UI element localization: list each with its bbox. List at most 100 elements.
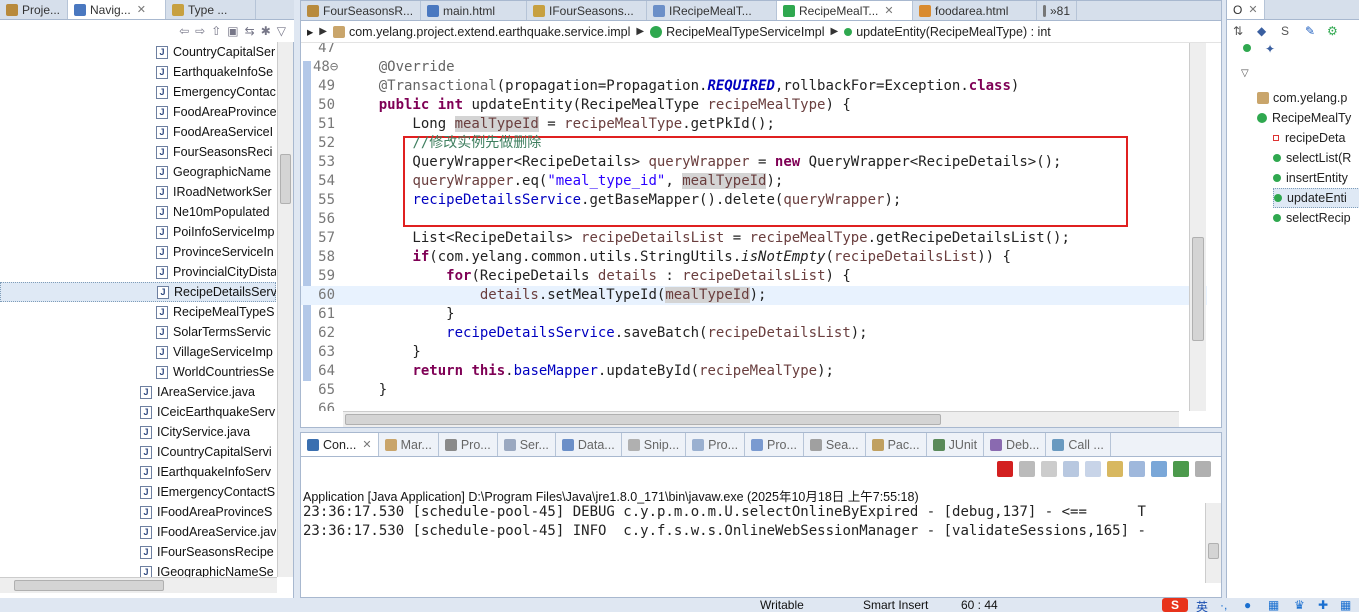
tree-item[interactable]: J ProvincialCityDista — [0, 262, 276, 282]
editor-hscroll-thumb[interactable] — [345, 414, 941, 425]
outline-item[interactable]: updateEnti — [1273, 188, 1359, 208]
collapse-all-icon[interactable]: ▣ — [227, 24, 238, 38]
close-icon[interactable]: ✕ — [362, 438, 371, 451]
link-editor-icon[interactable]: ✦ — [1265, 42, 1275, 56]
tree-item[interactable]: J IEarthquakeInfoServ — [0, 462, 276, 482]
remove-launch-icon[interactable] — [1019, 461, 1035, 477]
editor-tab-5[interactable]: foodarea.html — [913, 1, 1037, 20]
code-line[interactable]: 59 for(RecipeDetails details : recipeDet… — [301, 267, 1207, 286]
outline-item[interactable]: recipeDeta — [1273, 128, 1359, 148]
code-line[interactable]: 57 List<RecipeDetails> recipeDetailsList… — [301, 229, 1207, 248]
console-tab-1[interactable]: Mar... — [379, 433, 439, 456]
skin-icon[interactable]: ♛ — [1294, 598, 1305, 612]
tree-item[interactable]: J IEmergencyContactS — [0, 482, 276, 502]
outline-item[interactable]: RecipeMealTy — [1257, 108, 1359, 128]
code-line[interactable]: 51 Long mealTypeId = recipeMealType.getP… — [301, 115, 1207, 134]
hide-nonpublic-icon[interactable]: ✎ — [1305, 24, 1315, 38]
outline-item[interactable]: selectList(R — [1273, 148, 1359, 168]
pin-console-icon[interactable] — [1151, 461, 1167, 477]
hide-static-icon[interactable]: S — [1281, 24, 1289, 38]
tree-item[interactable]: J FoodAreaServiceI — [0, 122, 276, 142]
show-on-output-icon[interactable] — [1129, 461, 1145, 477]
code-line[interactable]: 60 details.setMealTypeId(mealTypeId); — [301, 286, 1207, 305]
code-line[interactable]: 66 — [301, 400, 1207, 411]
navigator-vscroll-thumb[interactable] — [280, 154, 291, 204]
editor-tab-6[interactable]: »81 — [1037, 1, 1077, 20]
ime-language[interactable]: 英 — [1196, 598, 1208, 612]
console-tab-7[interactable]: Pro... — [745, 433, 804, 456]
tree-item[interactable]: J VillageServiceImp — [0, 342, 276, 362]
code-line[interactable]: 53 QueryWrapper<RecipeDetails> queryWrap… — [301, 153, 1207, 172]
mic-icon[interactable]: ● — [1244, 598, 1251, 612]
code-area[interactable]: 47 48⊖ @Override 49 @Transactional(propaga… — [301, 43, 1207, 411]
remove-all-icon[interactable] — [1041, 461, 1057, 477]
outline-item[interactable]: com.yelang.p — [1257, 88, 1359, 108]
console-tab-6[interactable]: Pro... — [686, 433, 746, 456]
filter-icon[interactable]: ✱ — [261, 24, 271, 38]
tree-item[interactable]: J RecipeMealTypeS — [0, 302, 276, 322]
left_panel-tab-0[interactable]: Proje... — [0, 0, 68, 19]
ime-logo-icon[interactable]: S — [1162, 598, 1188, 612]
console-vscroll[interactable] — [1205, 503, 1221, 583]
tree-item[interactable]: J SolarTermsServic — [0, 322, 276, 342]
tree-item[interactable]: J ProvinceServiceIn — [0, 242, 276, 262]
editor-hscroll[interactable] — [343, 411, 1179, 427]
editor-vscroll[interactable] — [1189, 43, 1206, 411]
tree-item[interactable]: J WorldCountriesSe — [0, 362, 276, 382]
sort-icon[interactable]: ⇅ — [1233, 24, 1243, 38]
breadcrumb-package[interactable]: com.yelang.project.extend.earthquake.ser… — [349, 25, 630, 39]
view-menu-icon[interactable]: ▽ — [277, 24, 286, 38]
scroll-lock-icon[interactable] — [1085, 461, 1101, 477]
tree-item[interactable]: J CountryCapitalSer — [0, 42, 276, 62]
tree-item[interactable]: J EarthquakeInfoSe — [0, 62, 276, 82]
editor-tab-1[interactable]: main.html — [421, 1, 527, 20]
console-tab-5[interactable]: Snip... — [622, 433, 687, 456]
editor-tab-2[interactable]: IFourSeasons... — [527, 1, 647, 20]
breadcrumb-class[interactable]: RecipeMealTypeServiceImpl — [666, 25, 824, 39]
ime-menu-icon[interactable]: ▦ — [1340, 598, 1351, 612]
code-line[interactable]: 47 — [301, 43, 1207, 58]
code-line[interactable]: 52 //修改实例先做删除 — [301, 134, 1207, 153]
navigator-hscroll-thumb[interactable] — [14, 580, 164, 591]
tree-item[interactable]: J RecipeDetailsServ — [0, 282, 276, 302]
navigator-vscroll[interactable] — [277, 42, 293, 577]
tree-item[interactable]: J ICountryCapitalServi — [0, 442, 276, 462]
public-filter-icon[interactable] — [1243, 44, 1251, 52]
close-icon[interactable]: ✕ — [884, 4, 893, 17]
tree-item[interactable]: J IAreaService.java — [0, 382, 276, 402]
editor-tab-0[interactable]: FourSeasonsR... — [301, 1, 421, 20]
tree-item[interactable]: J GeographicName — [0, 162, 276, 182]
code-line[interactable]: 63 } — [301, 343, 1207, 362]
code-line[interactable]: 64 return this.baseMapper.updateById(rec… — [301, 362, 1207, 381]
code-line[interactable]: 65 } — [301, 381, 1207, 400]
code-line[interactable]: 62 recipeDetailsService.saveBatch(recipe… — [301, 324, 1207, 343]
tree-item[interactable]: J IGeographicNameSe — [0, 562, 276, 577]
tree-item[interactable]: J ICeicEarthquakeServ — [0, 402, 276, 422]
console-tab-4[interactable]: Data... — [556, 433, 622, 456]
back-icon[interactable]: ⇦ — [179, 24, 189, 38]
tab-outline[interactable]: O ✕ — [1227, 0, 1265, 19]
punctuation-icon[interactable]: ·, — [1220, 598, 1227, 612]
code-line[interactable]: 55 recipeDetailsService.getBaseMapper().… — [301, 191, 1207, 210]
left_panel-tab-2[interactable]: Type ... — [166, 0, 256, 19]
tree-item[interactable]: J IRoadNetworkSer — [0, 182, 276, 202]
editor-vscroll-thumb[interactable] — [1192, 237, 1204, 341]
tree-item[interactable]: J IFoodAreaProvinceS — [0, 502, 276, 522]
tree-item[interactable]: J IFoodAreaService.jav — [0, 522, 276, 542]
console-tab-2[interactable]: Pro... — [439, 433, 498, 456]
editor-tab-4[interactable]: RecipeMealT... ✕ — [777, 1, 913, 20]
clear-console-icon[interactable] — [1063, 461, 1079, 477]
breadcrumb-method[interactable]: updateEntity(RecipeMealType) : int — [856, 25, 1051, 39]
console-tab-12[interactable]: Call ... — [1046, 433, 1111, 456]
console-tab-8[interactable]: Sea... — [804, 433, 866, 456]
keyboard-icon[interactable]: ▦ — [1268, 598, 1279, 612]
code-line[interactable]: 58 if(com.yelang.common.utils.StringUtil… — [301, 248, 1207, 267]
tree-item[interactable]: J IFourSeasonsRecipe — [0, 542, 276, 562]
console-tab-9[interactable]: Pac... — [866, 433, 927, 456]
terminate-icon[interactable] — [997, 461, 1013, 477]
link-editor-icon[interactable]: ⇆ — [245, 24, 255, 38]
console-tab-10[interactable]: JUnit — [927, 433, 985, 456]
code-line[interactable]: 61 } — [301, 305, 1207, 324]
forward-icon[interactable]: ⇨ — [195, 24, 205, 38]
code-line[interactable]: 48⊖ @Override — [301, 58, 1207, 77]
